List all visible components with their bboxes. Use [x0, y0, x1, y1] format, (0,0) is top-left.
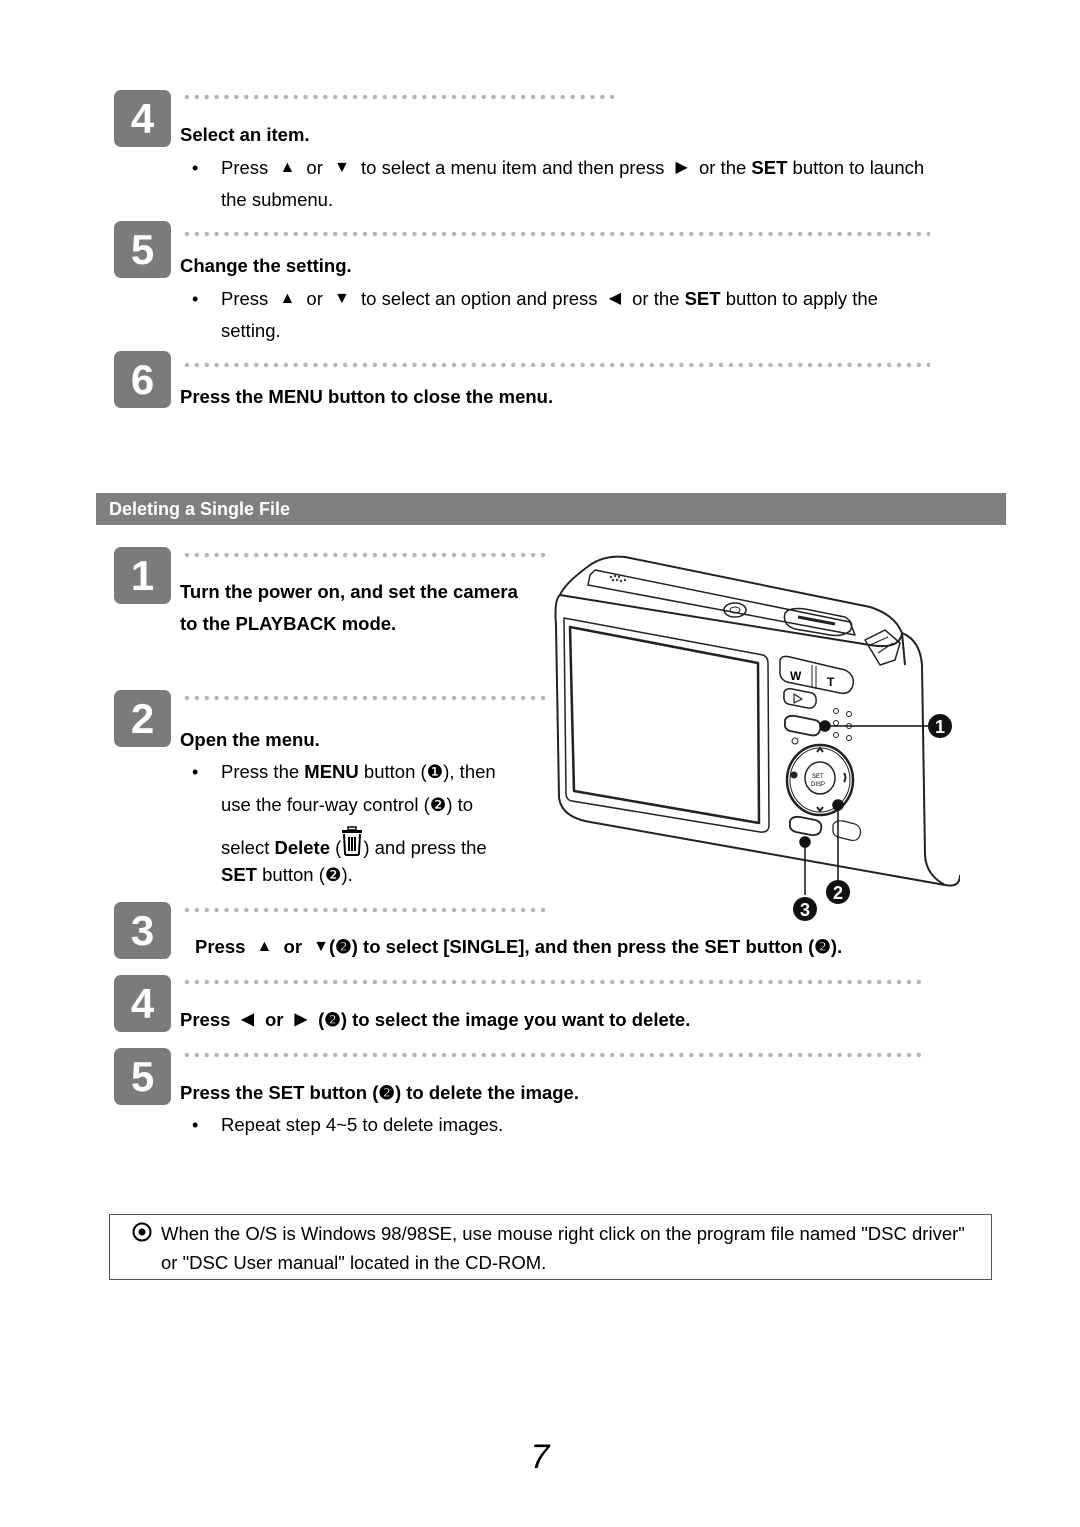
dotted-divider	[182, 94, 614, 100]
text: or	[306, 157, 323, 178]
flash-up-icon	[816, 746, 824, 753]
set-label: SET	[812, 774, 824, 780]
note-circle-dot-icon	[132, 1222, 152, 1242]
delete-label: Delete	[274, 837, 330, 858]
step-title-cont: to the PLAYBACK mode.	[180, 613, 397, 634]
step-badge-6: 6	[114, 351, 171, 408]
step-title: Turn the power on, and set the camera	[180, 581, 518, 602]
step-5-bullet: Repeat step 4~5 to delete images.	[221, 1114, 504, 1135]
dotted-divider	[182, 552, 550, 558]
section-header: Deleting a Single File	[96, 493, 1006, 525]
step-4-instruction-cont: the submenu.	[221, 189, 334, 210]
left-arrow-icon: ◀	[241, 1011, 254, 1028]
right-arrow-icon: ▶	[294, 1011, 307, 1028]
step-4-instruction: Press ◀ or ▶ (❷) to select the image you…	[180, 1004, 690, 1036]
dotted-divider	[182, 1052, 922, 1058]
text: Press	[195, 936, 246, 957]
text: to select an option and press	[361, 288, 598, 309]
step-badge-1: 1	[114, 547, 171, 604]
text: to select a menu item and then press	[361, 157, 665, 178]
step-title: Select an item.	[180, 124, 310, 145]
bullet-marker: •	[192, 762, 199, 782]
self-timer-icon	[790, 771, 798, 779]
text: (❷) to select the image you want to dele…	[318, 1009, 691, 1030]
note-box: When the O/S is Windows 98/98SE, use mou…	[109, 1214, 992, 1280]
text: Press the	[221, 761, 300, 782]
down-arrow-icon: ▼	[334, 290, 350, 307]
step-4-instruction: Press ▲ or ▼ to select a menu item and t…	[221, 152, 924, 184]
text: ) and press the	[363, 837, 487, 858]
text: Press	[180, 1009, 231, 1030]
text: or	[306, 288, 323, 309]
step-badge-5: 5	[114, 221, 171, 278]
step-2-line-1: Press the MENU button (❶), then	[221, 756, 496, 788]
text: button to launch	[792, 157, 925, 178]
step-badge-4: 4	[114, 975, 171, 1032]
camera-illustration: W T SET DISP 1 2 3	[550, 545, 961, 930]
text: or	[283, 936, 303, 957]
text: button (❷).	[262, 864, 353, 885]
down-arrow-icon: ▼	[313, 938, 330, 955]
step-5-instruction: Press ▲ or ▼ to select an option and pre…	[221, 283, 878, 315]
text: Press	[221, 157, 269, 178]
step-title: Press the SET button (❷) to delete the i…	[180, 1082, 579, 1103]
up-arrow-icon: ▲	[279, 290, 296, 307]
svg-text:2: 2	[833, 883, 843, 903]
text: button to apply the	[725, 288, 878, 309]
camera-back-drawing: W T SET DISP 1 2 3	[554, 555, 961, 921]
trash-icon	[341, 826, 363, 856]
up-arrow-icon: ▲	[279, 159, 296, 176]
up-arrow-icon: ▲	[256, 938, 273, 955]
text: or the	[698, 157, 747, 178]
svg-text:3: 3	[800, 900, 810, 920]
set-button-label: SET	[221, 864, 257, 885]
page-number: 7	[530, 1438, 550, 1476]
down-arrow-icon: ▼	[334, 159, 350, 176]
step-5-instruction-cont: setting.	[221, 320, 281, 341]
step-2-line-2: use the four-way control (❷) to	[221, 794, 474, 815]
dotted-divider	[182, 907, 550, 913]
callout-2: 2	[826, 880, 850, 904]
zoom-t-label: T	[827, 675, 835, 689]
set-button-label: SET	[684, 288, 721, 309]
macro-icon	[843, 772, 847, 783]
callout-1: 1	[928, 714, 952, 738]
step-badge-2: 2	[114, 690, 171, 747]
text: select	[221, 837, 270, 858]
step-title: Change the setting.	[180, 255, 352, 276]
zoom-w-label: W	[790, 669, 802, 683]
step-title: Open the menu.	[180, 729, 320, 750]
step-badge-4: 4	[114, 90, 171, 147]
bullet-marker: •	[192, 158, 199, 178]
bullet-marker: •	[192, 289, 199, 309]
text: or the	[632, 288, 680, 309]
step-2-line-4: SET button (❷).	[221, 859, 353, 891]
text: Press	[221, 288, 269, 309]
disp-label: DISP	[811, 782, 825, 788]
step-3-instruction: Press ▲ or ▼(❷) to select [SINGLE], and …	[195, 931, 842, 963]
left-arrow-icon: ◀	[608, 290, 621, 307]
right-arrow-icon: ▶	[675, 159, 688, 176]
set-button-label: SET	[751, 157, 788, 178]
step-title: Press the MENU button to close the menu.	[180, 386, 554, 407]
step-badge-5: 5	[114, 1048, 171, 1105]
callout-3: 3	[793, 897, 817, 921]
text: button (❶), then	[363, 761, 496, 782]
down-icon	[816, 806, 824, 813]
dotted-divider	[182, 979, 922, 985]
text: (❷) to select [SINGLE], and then press t…	[329, 936, 843, 957]
dotted-divider	[182, 362, 930, 368]
text: or	[265, 1009, 284, 1030]
step-badge-3: 3	[114, 902, 171, 959]
note-text: When the O/S is Windows 98/98SE, use mou…	[161, 1223, 965, 1273]
menu-button-label: MENU	[304, 761, 359, 782]
dotted-divider	[182, 695, 550, 701]
svg-text:1: 1	[935, 717, 945, 737]
dotted-divider	[182, 231, 930, 237]
bullet-marker: •	[192, 1115, 199, 1135]
